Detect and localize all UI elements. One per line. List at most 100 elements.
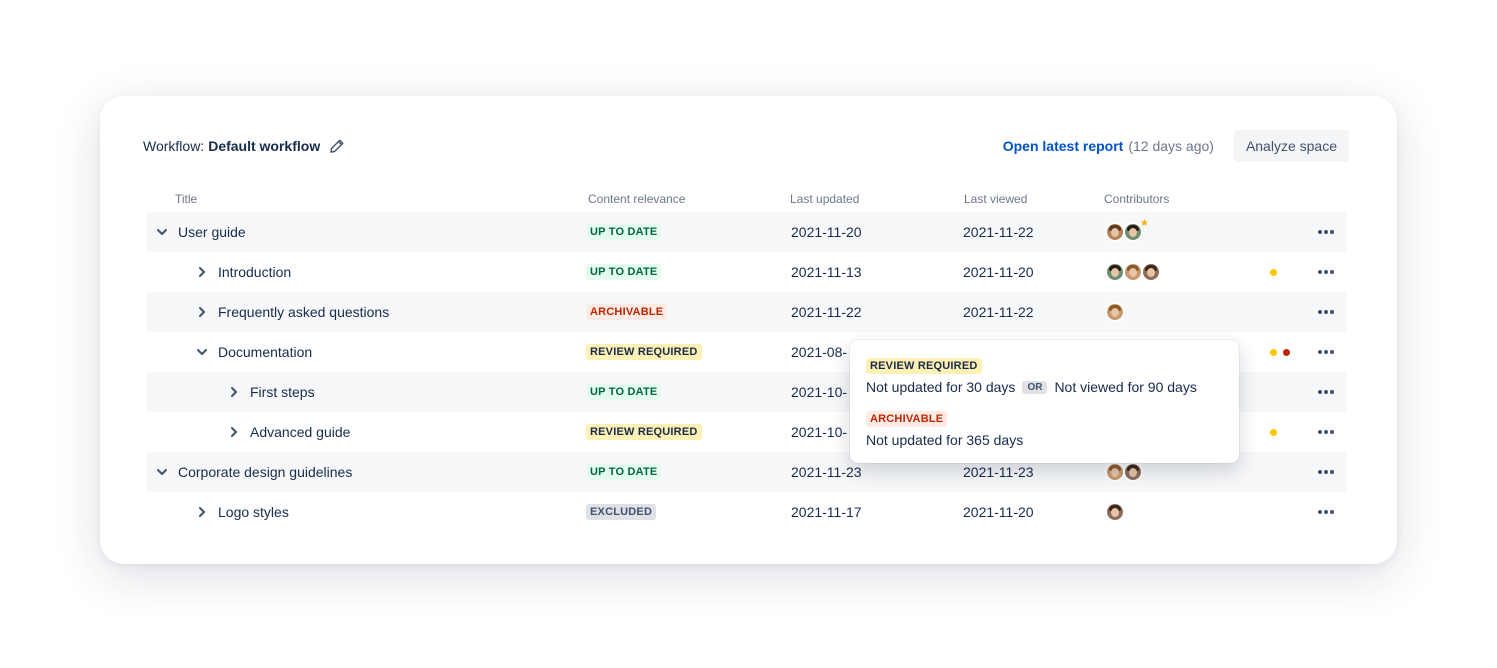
last-updated-cell: 2021-08- <box>791 344 848 360</box>
last-updated-cell: 2021-10- <box>791 384 848 400</box>
tooltip-archivable-lozenge: ARCHIVABLE <box>866 411 948 427</box>
avatar-group <box>1105 462 1143 482</box>
more-actions-icon[interactable] <box>1314 340 1338 364</box>
table-row[interactable]: Logo styles EXCLUDED 2021-11-17 2021-11-20 <box>146 492 1346 532</box>
chevron-right-icon[interactable] <box>194 504 210 520</box>
page-title[interactable]: User guide <box>178 224 246 240</box>
avatar[interactable] <box>1105 502 1125 522</box>
more-actions-icon[interactable] <box>1314 380 1338 404</box>
chevron-right-icon[interactable] <box>226 384 242 400</box>
tooltip-archivable-rule: Not updated for 365 days <box>866 432 1024 448</box>
avatar[interactable] <box>1141 262 1161 282</box>
relevance-cell: REVIEW REQUIRED <box>586 412 702 452</box>
page-title[interactable]: Frequently asked questions <box>218 304 389 320</box>
status-badge[interactable]: EXCLUDED <box>586 504 657 520</box>
more-actions-icon[interactable] <box>1314 260 1338 284</box>
relevance-cell: UP TO DATE <box>586 372 662 412</box>
status-dots <box>1270 332 1296 372</box>
status-badge[interactable]: ARCHIVABLE <box>586 304 668 320</box>
column-content-relevance[interactable]: Content relevance <box>588 192 685 206</box>
column-contributors[interactable]: Contributors <box>1104 192 1169 206</box>
workflow-label: Workflow: <box>143 138 205 154</box>
last-updated-cell: 2021-11-22 <box>791 304 862 320</box>
title-cell: Documentation <box>194 332 312 372</box>
avatar[interactable] <box>1105 262 1125 282</box>
avatar[interactable] <box>1123 462 1143 482</box>
tooltip-review-rule: Not updated for 30 days OR Not viewed fo… <box>866 379 1223 395</box>
more-actions-icon[interactable] <box>1314 500 1338 524</box>
page-title[interactable]: Advanced guide <box>250 424 350 440</box>
tooltip-archivable-block: ARCHIVABLE Not updated for 365 days <box>866 409 1223 448</box>
relevance-tooltip: REVIEW REQUIRED Not updated for 30 days … <box>850 340 1239 463</box>
relevance-cell: REVIEW REQUIRED <box>586 332 702 372</box>
tooltip-or-pill: OR <box>1022 380 1048 394</box>
content-manager-card: Workflow: Default workflow Open latest r… <box>100 96 1397 564</box>
relevance-cell: EXCLUDED <box>586 492 657 532</box>
contributors-cell <box>1105 252 1161 292</box>
avatar[interactable] <box>1105 302 1125 322</box>
page-title[interactable]: Logo styles <box>218 504 289 520</box>
column-last-viewed[interactable]: Last viewed <box>964 192 1027 206</box>
page-title[interactable]: Introduction <box>218 264 291 280</box>
status-badge[interactable]: REVIEW REQUIRED <box>586 424 702 440</box>
status-badge[interactable]: UP TO DATE <box>586 264 662 280</box>
more-actions-icon[interactable] <box>1314 300 1338 324</box>
avatar[interactable] <box>1105 222 1125 242</box>
relevance-cell: UP TO DATE <box>586 252 662 292</box>
open-latest-report-link[interactable]: Open latest report <box>1003 138 1124 154</box>
relevance-cell: UP TO DATE <box>586 452 662 492</box>
column-title[interactable]: Title <box>175 192 197 206</box>
title-cell: User guide <box>154 212 246 252</box>
contributors-cell <box>1105 292 1125 332</box>
table-row[interactable]: Frequently asked questions ARCHIVABLE 2021… <box>146 292 1346 332</box>
status-dot-icon[interactable] <box>1270 268 1277 276</box>
more-actions-icon[interactable] <box>1314 420 1338 444</box>
relevance-cell: ARCHIVABLE <box>586 292 668 332</box>
row-actions-cell <box>1314 332 1338 372</box>
status-badge[interactable]: REVIEW REQUIRED <box>586 344 702 360</box>
column-last-updated[interactable]: Last updated <box>790 192 859 206</box>
workflow-selector: Workflow: Default workflow <box>143 138 345 154</box>
row-actions-cell <box>1314 492 1338 532</box>
avatar-group <box>1105 262 1161 282</box>
last-updated-cell: 2021-11-13 <box>791 264 862 280</box>
chevron-down-icon[interactable] <box>154 224 170 240</box>
chevron-down-icon[interactable] <box>154 464 170 480</box>
more-actions-icon[interactable] <box>1314 460 1338 484</box>
chevron-down-icon[interactable] <box>194 344 210 360</box>
last-updated-cell: 2021-10- <box>791 424 848 440</box>
page-title[interactable]: First steps <box>250 384 315 400</box>
analyze-space-button[interactable]: Analyze space <box>1233 130 1349 162</box>
edit-pencil-icon[interactable] <box>329 138 345 154</box>
table-row[interactable]: User guide UP TO DATE 2021-11-20 2021-11-22… <box>146 212 1346 252</box>
status-dots <box>1270 252 1283 292</box>
chevron-right-icon[interactable] <box>194 304 210 320</box>
avatar-group <box>1105 302 1125 322</box>
last-updated-cell: 2021-11-20 <box>791 224 862 240</box>
more-actions-icon[interactable] <box>1314 220 1338 244</box>
table-row[interactable]: Introduction UP TO DATE 2021-11-13 2021-11-… <box>146 252 1346 292</box>
chevron-right-icon[interactable] <box>194 264 210 280</box>
page-title[interactable]: Documentation <box>218 344 312 360</box>
last-updated-cell: 2021-11-17 <box>791 504 862 520</box>
contributors-cell <box>1105 492 1125 532</box>
toolbar-actions: Open latest report (12 days ago) Analyze… <box>1003 130 1349 162</box>
status-dot-icon[interactable] <box>1283 348 1290 356</box>
avatar-group <box>1105 222 1143 242</box>
avatar[interactable] <box>1105 462 1125 482</box>
status-dot-icon[interactable] <box>1270 428 1277 436</box>
contributors-cell: ★ <box>1105 212 1149 252</box>
page-title[interactable]: Corporate design guidelines <box>178 464 352 480</box>
chevron-right-icon[interactable] <box>226 424 242 440</box>
avatar[interactable] <box>1123 262 1143 282</box>
tooltip-review-part1: Not updated for 30 days <box>866 379 1016 395</box>
report-age: (12 days ago) <box>1128 138 1214 154</box>
status-badge[interactable]: UP TO DATE <box>586 384 662 400</box>
status-dot-icon[interactable] <box>1270 348 1277 356</box>
status-badge[interactable]: UP TO DATE <box>586 224 662 240</box>
title-cell: First steps <box>226 372 315 412</box>
last-viewed-cell: 2021-11-22 <box>963 304 1034 320</box>
title-cell: Corporate design guidelines <box>154 452 352 492</box>
status-badge[interactable]: UP TO DATE <box>586 464 662 480</box>
tooltip-review-required-lozenge: REVIEW REQUIRED <box>866 358 982 374</box>
